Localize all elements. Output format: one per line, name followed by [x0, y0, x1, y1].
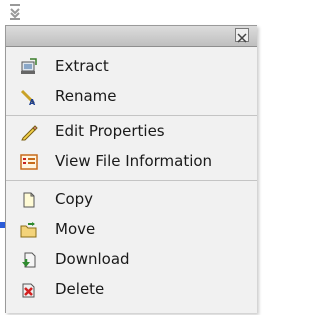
menu-item-move[interactable]: Move	[6, 214, 258, 244]
close-icon	[237, 33, 247, 43]
menu-item-label: Edit Properties	[55, 122, 165, 140]
menu-item-label: Extract	[55, 57, 109, 75]
copy-icon	[20, 191, 38, 209]
menu-item-label: Download	[55, 250, 130, 268]
menu-item-delete[interactable]: Delete	[6, 274, 258, 304]
extract-icon	[20, 58, 38, 76]
menu-item-edit-properties[interactable]: Edit Properties	[6, 116, 258, 146]
menu-separator	[6, 180, 257, 181]
menu-item-extract[interactable]: Extract	[6, 51, 258, 81]
close-button[interactable]	[235, 28, 249, 43]
menu-trigger-icon[interactable]	[8, 3, 22, 21]
menu-item-label: Move	[55, 220, 96, 238]
rename-icon: A	[20, 88, 38, 107]
download-icon	[20, 251, 38, 269]
delete-icon	[20, 281, 38, 299]
menu-item-copy[interactable]: Copy	[6, 184, 258, 214]
context-menu: Extract A Rename Edit Properties View Fi…	[5, 25, 257, 313]
menu-titlebar	[6, 26, 257, 47]
menu-item-label: Copy	[55, 190, 94, 208]
menu-item-label: View File Information	[55, 152, 213, 170]
svg-text:A: A	[29, 98, 36, 106]
menu-item-label: Rename	[55, 87, 117, 105]
menu-item-download[interactable]: Download	[6, 244, 258, 274]
pencil-icon	[20, 123, 38, 141]
file-info-icon	[20, 153, 38, 171]
move-folder-icon	[20, 221, 38, 239]
menu-item-label: Delete	[55, 280, 105, 298]
menu-item-view-file-information[interactable]: View File Information	[6, 146, 258, 176]
menu-item-rename[interactable]: A Rename	[6, 81, 258, 111]
